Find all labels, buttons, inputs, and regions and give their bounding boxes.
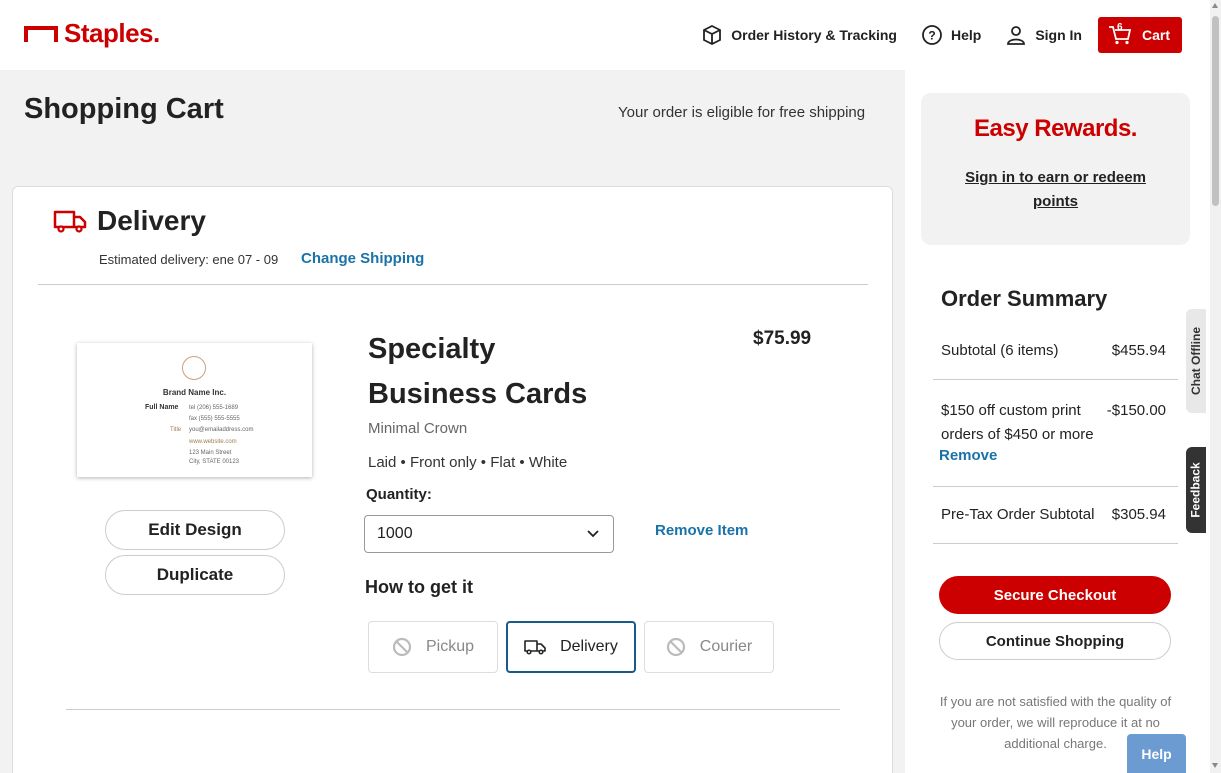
header-nav: Order History & Tracking ? Help Sign In — [677, 17, 1182, 53]
feedback-tab[interactable]: Feedback — [1186, 447, 1206, 533]
free-shipping-notice: Your order is eligible for free shipping — [618, 104, 866, 121]
courier-option: Courier — [644, 621, 774, 673]
card-website: www.website.com — [189, 439, 237, 445]
scroll-up-icon[interactable] — [1212, 3, 1218, 8]
edit-design-button[interactable]: Edit Design — [105, 510, 285, 550]
delivery-title: Delivery — [97, 205, 206, 236]
card-address-1: 123 Main Street — [189, 450, 232, 456]
divider — [933, 379, 1178, 380]
divider — [933, 543, 1178, 544]
product-specs: Laid • Front only • Flat • White — [368, 454, 568, 471]
promo-row: $150 off custom print orders of $450 or … — [941, 399, 1166, 447]
page-title: Shopping Cart — [24, 93, 224, 125]
cart-icon: 6 — [1108, 22, 1132, 45]
secure-checkout-button[interactable]: Secure Checkout — [939, 576, 1171, 614]
truck-icon — [524, 640, 546, 655]
card-fax: fax (555) 555-5555 — [189, 416, 240, 422]
quantity-label: Quantity: — [366, 486, 432, 503]
card-brand: Brand Name Inc. — [162, 388, 227, 397]
staples-logo[interactable]: Staples. — [24, 18, 160, 49]
page-scrollbar[interactable] — [1210, 0, 1221, 773]
order-summary-title: Order Summary — [941, 286, 1108, 311]
scroll-down-icon[interactable] — [1212, 763, 1218, 768]
logo-text: Staples. — [64, 18, 160, 48]
delivery-section: Delivery Estimated delivery: ene 07 - 09… — [12, 186, 893, 773]
product-thumbnail[interactable]: Brand Name Inc. Full Name Title tel (206… — [77, 343, 312, 477]
unavailable-icon — [666, 637, 685, 657]
pretax-row: Pre-Tax Order Subtotal $305.94 — [941, 506, 1166, 523]
card-logo-icon — [182, 356, 206, 380]
divider — [933, 486, 1178, 487]
how-to-get-it-label: How to get it — [365, 577, 473, 597]
duplicate-button[interactable]: Duplicate — [105, 555, 285, 595]
help-link[interactable]: ? Help — [921, 24, 981, 46]
delivery-option[interactable]: Delivery — [506, 621, 636, 673]
card-address-2: City, STATE 00123 — [189, 459, 240, 465]
scrollbar-thumb[interactable] — [1212, 16, 1219, 206]
pretax-value: $305.94 — [1111, 506, 1166, 523]
sign-in-link[interactable]: Sign In — [1005, 24, 1082, 46]
unavailable-icon — [392, 637, 412, 657]
remove-promo-link[interactable]: Remove — [939, 447, 997, 464]
card-email: you@emailaddress.com — [189, 427, 254, 433]
pickup-option: Pickup — [368, 621, 498, 673]
help-chat-button[interactable]: Help — [1127, 734, 1186, 773]
user-icon — [1007, 26, 1026, 45]
divider — [66, 709, 840, 710]
staples-logo-icon — [24, 25, 58, 42]
card-tel: tel (206) 555-1689 — [189, 405, 239, 411]
quantity-select[interactable]: 1000 — [364, 515, 614, 553]
cart-count-badge: 6 — [1116, 22, 1123, 33]
chat-offline-tab[interactable]: Chat Offline — [1186, 309, 1206, 413]
card-title: Title — [170, 427, 182, 433]
site-header: Staples. Order History & Tracking ? Help… — [0, 0, 1210, 70]
svg-text:?: ? — [928, 29, 935, 43]
quantity-value: 1000 — [377, 525, 413, 542]
promo-value: -$150.00 — [1106, 402, 1166, 419]
truck-icon — [53, 210, 87, 233]
rewards-panel: Easy Rewards. Sign in to earn or redeem … — [921, 93, 1190, 245]
change-shipping-link[interactable]: Change Shipping — [301, 250, 424, 267]
easy-rewards-logo: Easy Rewards. — [974, 115, 1137, 142]
box-icon — [703, 24, 722, 46]
subtotal-value: $455.94 — [1111, 342, 1166, 359]
cart-button[interactable]: 6 Cart — [1097, 17, 1182, 53]
question-circle-icon: ? — [922, 25, 942, 45]
order-history-link[interactable]: Order History & Tracking — [701, 24, 897, 46]
delivery-header: Delivery — [53, 205, 206, 237]
estimated-delivery: Estimated delivery: ene 07 - 09 — [99, 252, 279, 267]
product-price: $75.99 — [753, 328, 812, 349]
chevron-down-icon — [587, 530, 599, 538]
subtotal-row: Subtotal (6 items) $455.94 — [941, 342, 1166, 359]
divider — [38, 284, 868, 285]
rewards-sign-in-link[interactable]: Sign in to earn or redeem points — [951, 166, 1160, 214]
card-name: Full Name — [145, 404, 179, 411]
product-name[interactable]: Specialty Business Cards — [368, 327, 628, 417]
continue-shopping-button[interactable]: Continue Shopping — [939, 622, 1171, 660]
remove-item-link[interactable]: Remove Item — [655, 522, 748, 539]
product-variant: Minimal Crown — [368, 420, 468, 437]
